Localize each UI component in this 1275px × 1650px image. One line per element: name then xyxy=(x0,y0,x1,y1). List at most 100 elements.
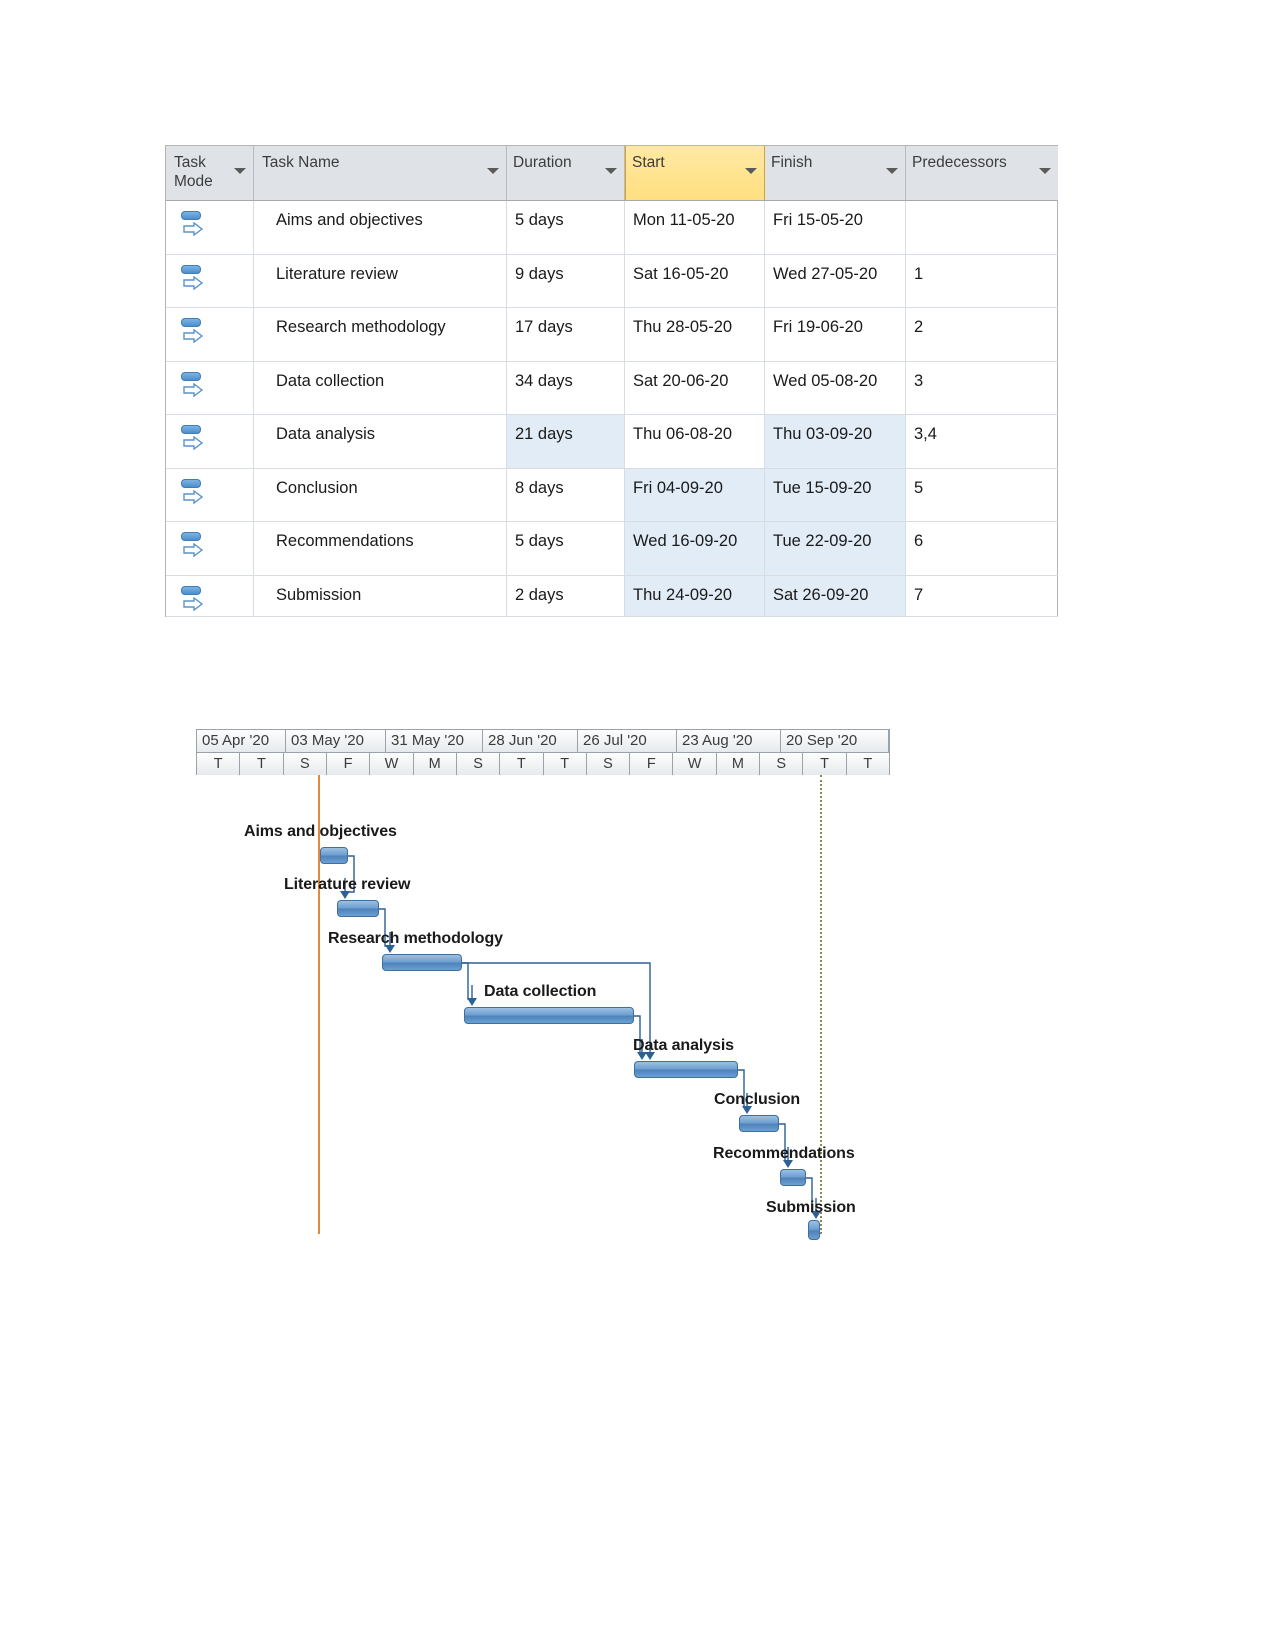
gantt-bar-label: Recommendations xyxy=(713,1145,855,1162)
cell-predecessors[interactable] xyxy=(906,201,1058,255)
cell-duration[interactable]: 5 days xyxy=(507,201,625,255)
timeline-major-row: 05 Apr '20 03 May '20 31 May '20 28 Jun '20… xyxy=(197,730,889,753)
cell-task-name[interactable]: Submission xyxy=(254,575,507,617)
cell-predecessors[interactable]: 5 xyxy=(906,469,1058,522)
table-row[interactable]: Data analysis 21 days Thu 06-08-20 Thu 03-0… xyxy=(166,415,1058,469)
cell-predecessors[interactable]: 3 xyxy=(906,362,1058,415)
cell-duration[interactable]: 2 days xyxy=(507,575,625,617)
gantt-plot-area[interactable]: Aims and objectives Literature review Rese… xyxy=(196,775,890,1240)
column-header-finish-label: Finish xyxy=(771,154,813,171)
gantt-bar[interactable] xyxy=(320,847,348,864)
chevron-down-icon[interactable] xyxy=(487,168,499,174)
cell-start[interactable]: Mon 11-05-20 xyxy=(625,201,765,255)
timeline-minor-cell: S xyxy=(760,753,804,775)
cell-task-mode[interactable] xyxy=(166,522,254,576)
cell-task-mode[interactable] xyxy=(166,468,254,522)
dependency-links xyxy=(340,855,821,1219)
table-row[interactable]: Aims and objectives 5 days Mon 11-05-20 Fri… xyxy=(166,201,1058,255)
cell-finish[interactable]: Fri 15-05-20 xyxy=(765,201,906,255)
timeline-minor-cell: F xyxy=(326,753,371,775)
mode-icon-arrow xyxy=(183,382,203,397)
cell-finish[interactable]: Thu 03-09-20 xyxy=(765,415,906,469)
cell-finish[interactable]: Tue 22-09-20 xyxy=(765,522,906,576)
cell-predecessors[interactable]: 2 xyxy=(906,308,1058,362)
mode-icon-bar xyxy=(181,264,201,274)
column-header-start[interactable]: Start xyxy=(625,146,765,200)
cell-start[interactable]: Sat 20-06-20 xyxy=(625,361,765,415)
timeline-minor-cell: T xyxy=(500,753,544,775)
cell-duration[interactable]: 34 days xyxy=(507,361,625,415)
cell-duration[interactable]: 8 days xyxy=(507,468,625,522)
cell-finish[interactable]: Wed 05-08-20 xyxy=(765,361,906,415)
cell-task-name[interactable]: Literature review xyxy=(254,254,507,308)
table-row[interactable]: Submission 2 days Thu 24-09-20 Sat 26-09-20… xyxy=(166,575,1058,617)
cell-finish[interactable]: Tue 15-09-20 xyxy=(765,468,906,522)
chevron-down-icon[interactable] xyxy=(1039,168,1051,174)
cell-start[interactable]: Fri 04-09-20 xyxy=(625,468,765,522)
cell-duration[interactable]: 9 days xyxy=(507,254,625,308)
cell-task-name[interactable]: Data analysis xyxy=(254,415,507,469)
cell-finish[interactable]: Wed 27-05-20 xyxy=(765,254,906,308)
cell-task-mode[interactable] xyxy=(166,254,254,308)
cell-finish[interactable]: Fri 19-06-20 xyxy=(765,308,906,362)
column-header-predecessors[interactable]: Predecessors xyxy=(906,146,1058,200)
timeline-minor-cell: F xyxy=(630,753,674,775)
cell-predecessors[interactable]: 1 xyxy=(906,255,1058,308)
mode-icon-bar xyxy=(181,532,201,541)
cell-start[interactable]: Sat 16-05-20 xyxy=(625,254,765,308)
mode-icon-arrow xyxy=(183,436,203,450)
chevron-down-icon[interactable] xyxy=(605,168,617,174)
cell-task-mode[interactable] xyxy=(166,308,254,362)
mode-icon-arrow xyxy=(183,489,203,504)
mode-icon-arrow xyxy=(183,596,203,611)
gantt-bar[interactable] xyxy=(634,1061,738,1078)
timeline-minor-cell: T xyxy=(240,753,284,775)
gantt-bar-label: Submission xyxy=(766,1199,856,1216)
timeline-minor-cell: T xyxy=(197,753,241,775)
cell-task-name[interactable]: Aims and objectives xyxy=(254,201,507,255)
cell-predecessors[interactable]: 7 xyxy=(906,576,1058,617)
table-row[interactable]: Data collection 34 days Sat 20-06-20 Wed 05… xyxy=(166,361,1058,415)
cell-task-mode[interactable] xyxy=(166,361,254,415)
column-header-task-mode[interactable]: Task Mode xyxy=(166,146,254,200)
chevron-down-icon[interactable] xyxy=(886,168,898,174)
cell-task-name[interactable]: Research methodology xyxy=(254,308,507,362)
gantt-bar[interactable] xyxy=(808,1220,820,1240)
cell-task-mode[interactable] xyxy=(166,201,254,255)
gantt-bar[interactable] xyxy=(382,954,462,971)
gantt-bar-label: Literature review xyxy=(284,876,411,893)
timeline-minor-row: TTSFWMSTTSFWMSTT xyxy=(197,753,889,775)
cell-duration[interactable]: 5 days xyxy=(507,522,625,576)
cell-duration[interactable]: 21 days xyxy=(507,415,625,469)
cell-task-mode[interactable] xyxy=(166,575,254,617)
cell-task-name[interactable]: Recommendations xyxy=(254,522,507,576)
chevron-down-icon[interactable] xyxy=(745,168,757,174)
gantt-bar[interactable] xyxy=(739,1115,779,1132)
cell-finish[interactable]: Sat 26-09-20 xyxy=(765,575,906,617)
cell-predecessors[interactable]: 6 xyxy=(906,522,1058,576)
gantt-bar[interactable] xyxy=(464,1007,634,1024)
cell-task-name[interactable]: Data collection xyxy=(254,361,507,415)
cell-start[interactable]: Thu 06-08-20 xyxy=(625,415,765,469)
cell-predecessors[interactable]: 3,4 xyxy=(906,415,1058,469)
table-row[interactable]: Conclusion 8 days Fri 04-09-20 Tue 15-09-20… xyxy=(166,468,1058,522)
timeline-minor-cell: S xyxy=(456,753,501,775)
cell-start[interactable]: Thu 28-05-20 xyxy=(625,308,765,362)
cell-duration[interactable]: 17 days xyxy=(507,308,625,362)
column-header-duration[interactable]: Duration xyxy=(507,146,625,200)
cell-task-mode[interactable] xyxy=(166,415,254,469)
timeline-minor-cell: T xyxy=(543,753,587,775)
cell-start[interactable]: Wed 16-09-20 xyxy=(625,522,765,576)
timeline-header: 05 Apr '20 03 May '20 31 May '20 28 Jun '20… xyxy=(196,729,890,775)
cell-task-name[interactable]: Conclusion xyxy=(254,468,507,522)
table-row[interactable]: Research methodology 17 days Thu 28-05-20 F… xyxy=(166,308,1058,362)
task-table[interactable]: Task Mode Task Name Duration Start Finis… xyxy=(165,145,1058,617)
table-row[interactable]: Literature review 9 days Sat 16-05-20 Wed 2… xyxy=(166,254,1058,308)
gantt-bar[interactable] xyxy=(780,1169,806,1186)
column-header-task-name[interactable]: Task Name xyxy=(254,146,507,200)
cell-start[interactable]: Thu 24-09-20 xyxy=(625,575,765,617)
column-header-finish[interactable]: Finish xyxy=(765,146,906,200)
gantt-bar[interactable] xyxy=(337,900,379,917)
chevron-down-icon[interactable] xyxy=(234,168,246,174)
table-row[interactable]: Recommendations 5 days Wed 16-09-20 Tue 22-… xyxy=(166,522,1058,576)
